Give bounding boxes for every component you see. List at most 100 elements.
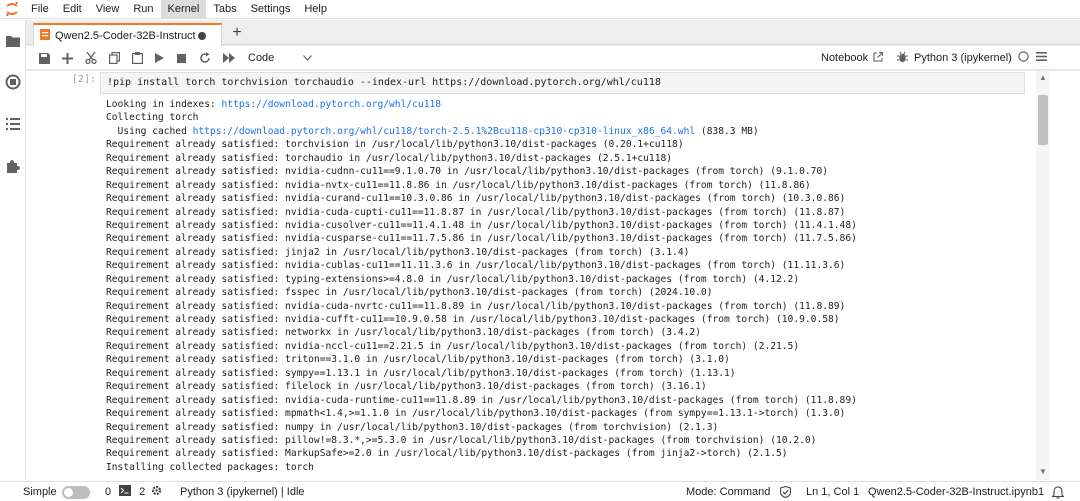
open-in-notebook-button[interactable]: Notebook [821, 49, 909, 67]
insert-cell-icon[interactable] [58, 49, 76, 67]
kernel-status[interactable]: Python 3 (ipykernel) | Idle [180, 482, 305, 501]
output-text: Looking in indexes: [106, 99, 222, 110]
menu-view[interactable]: View [89, 0, 127, 19]
mode-indicator: Mode: Command [686, 486, 771, 498]
output-text: Requirement already satisfied: nvidia-cu… [106, 260, 846, 272]
cursor-position[interactable]: Ln 1, Col 1 [806, 482, 859, 501]
output-line: Requirement already satisfied: sympy==1.… [106, 367, 1031, 380]
output-line: Collecting torch [106, 111, 1031, 124]
external-link-icon [873, 51, 884, 65]
output-line: Requirement already satisfied: nvidia-nc… [106, 340, 1031, 353]
menu-edit[interactable]: Edit [56, 0, 89, 19]
folder-icon[interactable] [4, 32, 22, 50]
cell-type-select[interactable]: Code [246, 49, 312, 67]
run-icon[interactable] [150, 49, 168, 67]
output-line: Installing collected packages: torch [106, 461, 1031, 474]
output-text: Requirement already satisfied: nvidia-cu… [106, 300, 846, 312]
simple-mode-label: Simple [23, 486, 57, 498]
output-line: Requirement already satisfied: nvidia-cu… [106, 165, 1031, 178]
notification-bell-icon[interactable] [1052, 482, 1064, 501]
output-text: Requirement already satisfied: MarkupSaf… [106, 448, 788, 460]
output-line: Requirement already satisfied: MarkupSaf… [106, 447, 1031, 460]
notebook-toolbar: Code Notebook Python 3 (ipykernel) [26, 46, 1080, 70]
kernels-count: 2 [139, 486, 146, 498]
table-of-contents-icon[interactable] [4, 115, 22, 133]
running-kernels-icon[interactable] [4, 73, 22, 91]
output-line: Requirement already satisfied: torchvisi… [106, 138, 1031, 151]
output-text: Requirement already satisfied: filelock … [106, 381, 707, 393]
vertical-scrollbar[interactable]: ▲ ▼ [1036, 71, 1050, 480]
menu-tabs[interactable]: Tabs [206, 0, 243, 19]
output-line: Requirement already satisfied: fsspec in… [106, 286, 1031, 299]
shield-check-icon[interactable] [780, 482, 791, 501]
menu-bar: File Edit View Run Kernel Tabs Settings … [0, 0, 1080, 19]
output-text: Requirement already satisfied: mpmath<1.… [106, 408, 846, 420]
new-tab-button[interactable]: + [228, 25, 246, 43]
output-line: Requirement already satisfied: nvidia-cu… [106, 232, 1031, 245]
output-line: Looking in indexes: https://download.pyt… [106, 98, 1031, 111]
output-line: Requirement already satisfied: jinja2 in… [106, 246, 1031, 259]
output-text: Requirement already satisfied: typing-ex… [106, 273, 800, 285]
menu-file[interactable]: File [24, 0, 56, 19]
output-text: Requirement already satisfied: nvidia-nc… [106, 340, 800, 352]
output-line: Requirement already satisfied: filelock … [106, 380, 1031, 393]
output-line: Requirement already satisfied: nvidia-nv… [106, 179, 1031, 192]
terminal-icon [119, 485, 132, 499]
output-text: Requirement already satisfied: networkx … [106, 327, 701, 339]
output-text: Installing collected packages: torch [106, 461, 314, 473]
fast-forward-icon[interactable] [220, 49, 238, 67]
terminals-status[interactable]: 0 2 [105, 482, 162, 501]
output-text: Requirement already satisfied: numpy in … [106, 421, 719, 433]
scrollbar-thumb[interactable] [1038, 95, 1048, 145]
scroll-down-icon[interactable]: ▼ [1039, 467, 1047, 476]
kernel-selector[interactable]: Python 3 (ipykernel) [914, 49, 1047, 67]
output-line: Requirement already satisfied: nvidia-cu… [106, 192, 1031, 205]
output-line: Requirement already satisfied: nvidia-cu… [106, 219, 1031, 232]
copy-icon[interactable] [105, 49, 123, 67]
output-line: Requirement already satisfied: nvidia-cu… [106, 206, 1031, 219]
output-line: Using cached https://download.pytorch.or… [106, 125, 1031, 138]
notifications-count: 1 [1038, 486, 1045, 498]
output-link[interactable]: https://download.pytorch.org/whl/cu118/t… [193, 126, 696, 137]
stop-icon[interactable] [172, 49, 190, 67]
cell-type-value: Code [248, 52, 275, 64]
cell-output: Looking in indexes: https://download.pyt… [106, 98, 1031, 474]
main-area: Qwen2.5-Coder-32B-Instruct + Code Notebo… [26, 20, 1080, 480]
paste-icon[interactable] [128, 49, 146, 67]
output-line: Requirement already satisfied: torchaudi… [106, 152, 1031, 165]
output-line: Requirement already satisfied: typing-ex… [106, 273, 1031, 286]
save-icon[interactable] [35, 49, 53, 67]
restart-icon[interactable] [196, 49, 214, 67]
status-bar: Simple 0 2 Python 3 (ipykernel) | Idle M… [0, 481, 1080, 501]
extensions-icon[interactable] [4, 157, 22, 175]
terminals-count: 0 [105, 486, 112, 498]
menu-kernel[interactable]: Kernel [160, 0, 207, 19]
notebook-link-label: Notebook [821, 52, 869, 64]
cut-icon[interactable] [82, 49, 100, 67]
output-line: Requirement already satisfied: nvidia-cu… [106, 300, 1031, 313]
output-text: Requirement already satisfied: fsspec in… [106, 287, 713, 299]
debugger-bug-icon[interactable] [897, 51, 909, 66]
output-text: Requirement already satisfied: jinja2 in… [106, 246, 690, 258]
output-link[interactable]: https://download.pytorch.org/whl/cu118 [222, 99, 442, 110]
output-text: Requirement already satisfied: nvidia-cu… [106, 206, 846, 218]
simple-mode-toggle[interactable] [61, 485, 90, 499]
menu-settings[interactable]: Settings [244, 0, 298, 19]
output-text: Requirement already satisfied: nvidia-cu… [106, 314, 840, 325]
scroll-up-icon[interactable]: ▲ [1039, 73, 1047, 82]
code-cell-input[interactable]: !pip install torch torchvision torchaudi… [100, 72, 1025, 94]
menu-hamburger-icon[interactable] [1035, 52, 1047, 64]
chevron-down-icon [303, 52, 312, 64]
simple-mode-control[interactable]: Simple [23, 482, 90, 501]
kernel-idle-circle-icon [1018, 51, 1029, 65]
current-filename: Qwen2.5-Coder-32B-Instruct.ipynb [868, 486, 1038, 498]
notebook-tab[interactable]: Qwen2.5-Coder-32B-Instruct [33, 23, 222, 46]
output-text: Requirement already satisfied: nvidia-cu… [106, 193, 846, 205]
menu-run[interactable]: Run [126, 0, 160, 19]
notebook-panel: [2]: !pip install torch torchvision torc… [26, 71, 1080, 480]
menu-help[interactable]: Help [297, 0, 334, 19]
output-text: Requirement already satisfied: pillow!=8… [106, 434, 817, 446]
unsaved-dot-icon[interactable] [197, 31, 206, 40]
output-text: Collecting torch [106, 112, 199, 124]
output-text-suffix: (838.3 MB) [695, 125, 759, 137]
